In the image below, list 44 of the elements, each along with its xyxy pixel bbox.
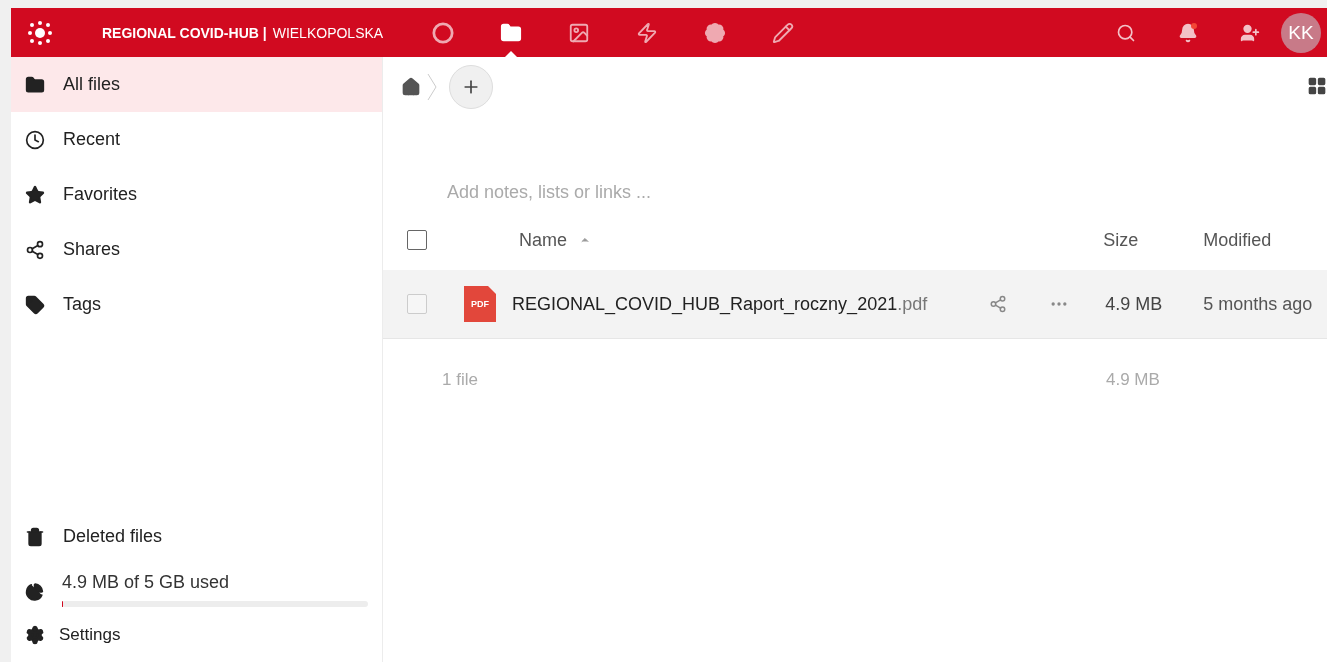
trash-icon (25, 526, 45, 547)
quota-text: 4.9 MB of 5 GB used (62, 572, 231, 593)
nav-item[interactable]: Shares (11, 222, 382, 277)
share-icon[interactable] (989, 295, 1008, 313)
new-button[interactable] (449, 65, 493, 109)
nav-item[interactable]: All files (11, 57, 382, 112)
name-column-header[interactable]: Name (519, 229, 567, 251)
brand-title: REGIONAL COVID-HUB | (102, 24, 267, 41)
file-name[interactable]: REGIONAL_COVID_HUB_Raport_roczny_2021.pdf (512, 293, 928, 315)
file-row[interactable]: PDF REGIONAL_COVID_HUB_Raport_roczny_2021.pdf 4.9 MB 5 months ago (383, 270, 1327, 339)
image-icon (568, 21, 591, 44)
folder-icon (500, 21, 523, 44)
logo-icon (28, 20, 52, 45)
lightning-icon (636, 21, 659, 44)
ring-icon (432, 21, 455, 44)
badge-icon (704, 21, 727, 44)
folder-icon (25, 74, 45, 95)
search-icon (1116, 22, 1136, 43)
size-column-header[interactable]: Size (1103, 229, 1204, 251)
file-modified: 5 months ago (1203, 293, 1314, 315)
home-icon[interactable] (401, 77, 421, 97)
person-plus-icon (1240, 22, 1260, 43)
modified-column-header[interactable]: Modified (1203, 229, 1327, 251)
share-icon (25, 239, 45, 260)
settings-icon (25, 624, 45, 645)
nav-item[interactable]: Deleted files (11, 509, 382, 564)
recent-icon (25, 129, 45, 150)
file-count: 1 file (442, 370, 479, 390)
pie-icon (25, 582, 44, 602)
pdf-file-icon: PDF (464, 286, 496, 322)
settings-button[interactable]: Settings (11, 607, 382, 662)
pencil-icon (772, 21, 795, 44)
tag-icon (25, 294, 45, 315)
bell-icon (1178, 22, 1198, 43)
file-checkbox[interactable] (407, 294, 427, 314)
file-size: 4.9 MB (1105, 293, 1164, 315)
nav-item[interactable]: Favorites (11, 167, 382, 222)
total-size: 4.9 MB (1106, 370, 1161, 390)
star-icon (25, 184, 45, 205)
nav-item[interactable]: Recent (11, 112, 382, 167)
chevron-icon (427, 73, 437, 101)
nav-item[interactable]: Tags (11, 277, 382, 332)
select-all-checkbox[interactable] (407, 230, 427, 250)
brand-subtitle: WIELKOPOLSKA (272, 24, 384, 41)
